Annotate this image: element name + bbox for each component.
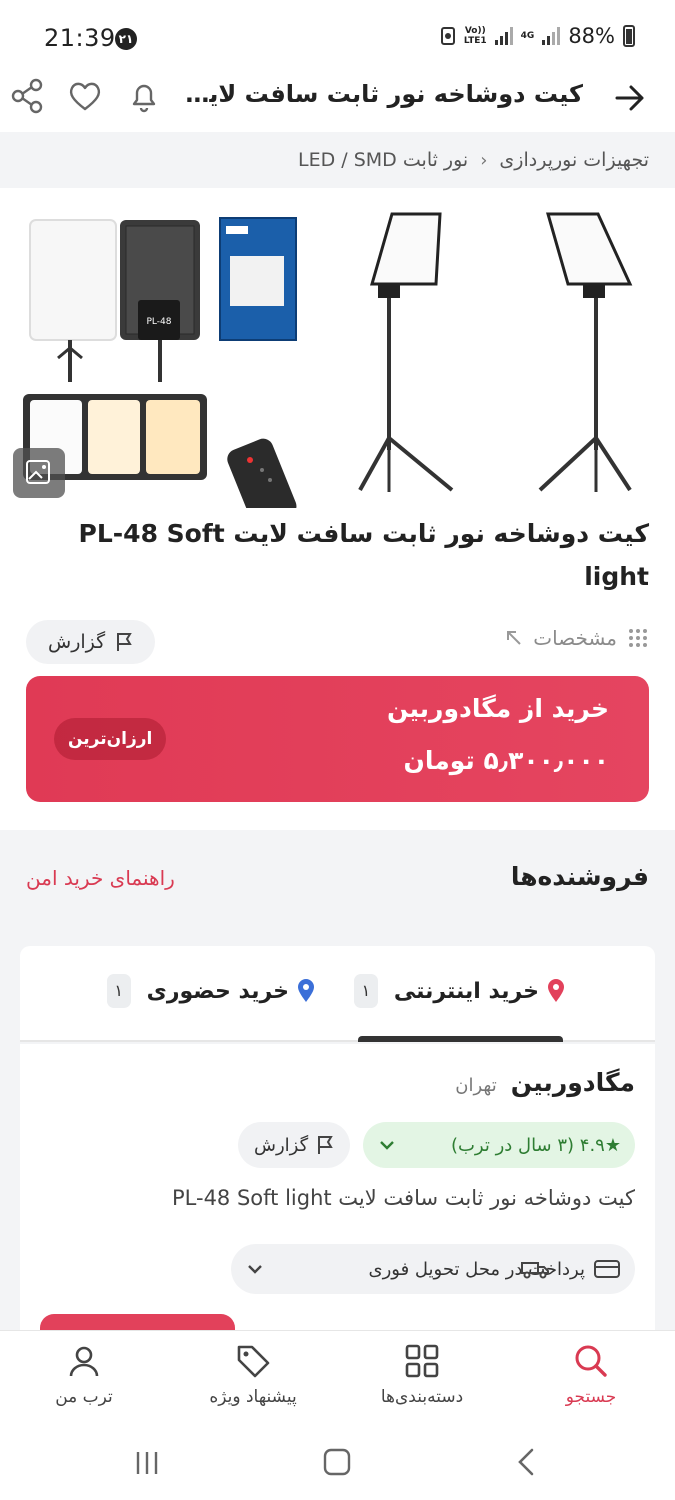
svg-text:PL-48: PL-48 xyxy=(147,317,172,327)
seller-name: مگادوربین xyxy=(510,1068,635,1097)
product-gallery[interactable]: PL-48 xyxy=(0,188,675,527)
chevron-left-icon: ‹ xyxy=(480,149,488,171)
breadcrumb-item-lighting[interactable]: تجهیزات نورپردازی xyxy=(499,149,649,171)
nav-offers-label: پیشنهاد ویژه xyxy=(209,1387,297,1407)
specs-label: مشخصات xyxy=(533,626,617,650)
cheapest-badge: ارزان‌ترین xyxy=(54,718,167,760)
arrow-up-left-icon xyxy=(507,631,521,645)
nav-search[interactable]: جستجو xyxy=(526,1343,656,1407)
chevron-down-icon xyxy=(248,1265,262,1274)
product-images: PL-48 xyxy=(23,212,633,527)
network-type: 4G xyxy=(520,31,535,41)
seller-features-text: پرداخت در محل تحویل فوری xyxy=(368,1258,585,1280)
system-navigation-bar xyxy=(0,1432,675,1500)
nav-offers[interactable]: پیشنهاد ویژه xyxy=(188,1343,318,1407)
seller-product-name: کیت دوشاخه نور ثابت سافت لایت PL-48 Soft… xyxy=(172,1186,635,1210)
volte-indicator: Vo)) LTE1 xyxy=(463,26,487,46)
seller-report-button[interactable]: گزارش xyxy=(238,1122,351,1168)
product-title: کیت دوشاخه نور ثابت سافت لایت PL-48 Soft… xyxy=(78,519,649,591)
share-icon[interactable] xyxy=(7,76,47,116)
gallery-expand-icon[interactable] xyxy=(13,448,65,498)
heart-icon[interactable] xyxy=(65,76,105,116)
battery-percent: 88% xyxy=(568,24,615,48)
nav-profile-label: ترب من xyxy=(55,1387,113,1407)
app-header: کیت دوشاخه نور ثابت سافت لایت -... xyxy=(0,72,675,132)
light-stand-left xyxy=(358,212,454,492)
screenshot-icon xyxy=(440,27,455,45)
bottom-navigation: جستجو دسته‌بندی‌ها پیشنهاد ویژه ترب من xyxy=(0,1330,675,1432)
product-box xyxy=(219,217,297,341)
nav-search-label: جستجو xyxy=(565,1387,617,1407)
status-bar: 21:39 ۲۱ Vo)) LTE1 4G 88% xyxy=(0,0,675,72)
tag-icon xyxy=(237,1345,270,1378)
tab-in-person-label: خرید حضوری xyxy=(146,978,289,1004)
nav-profile[interactable]: ترب من xyxy=(19,1343,149,1407)
tab-online-count: ۱ xyxy=(353,974,378,1008)
status-icons: Vo)) LTE1 4G 88% xyxy=(440,24,635,48)
led-panel-back: PL-48 xyxy=(120,220,200,382)
bell-icon[interactable] xyxy=(124,76,164,116)
truck-icon xyxy=(521,1262,550,1279)
breadcrumb: تجهیزات نورپردازی ‹ نور ثابت LED / SMD xyxy=(0,132,675,188)
led-panel-front xyxy=(29,219,117,382)
buy-store-label: خرید از مگادوربین xyxy=(386,694,609,723)
flag-icon xyxy=(117,633,132,651)
rating-text: ★۴.۹ (۳ سال در ترب) xyxy=(450,1134,621,1156)
seller-report-label: گزارش xyxy=(254,1134,309,1156)
recent-apps-icon[interactable] xyxy=(132,1448,162,1478)
grid-dots-icon xyxy=(629,629,647,647)
report-label: گزارش xyxy=(48,631,106,653)
tab-online-label: خرید اینترنتی xyxy=(393,978,539,1004)
location-pin-icon xyxy=(548,979,564,1002)
seller-city: تهران xyxy=(455,1075,497,1096)
tab-in-person-count: ۱ xyxy=(106,974,131,1008)
light-stand-right xyxy=(538,212,633,492)
seller-rating[interactable]: ★۴.۹ (۳ سال در ترب) xyxy=(363,1122,635,1168)
specs-link[interactable]: مشخصات xyxy=(505,626,649,650)
signal-2-icon xyxy=(542,27,561,45)
home-icon[interactable] xyxy=(322,1447,352,1477)
remote-control xyxy=(227,438,297,527)
card-icon xyxy=(594,1260,620,1278)
chevron-down-icon xyxy=(380,1141,394,1150)
active-tab-indicator xyxy=(358,1036,563,1042)
nav-categories[interactable]: دسته‌بندی‌ها xyxy=(357,1343,487,1407)
report-button[interactable]: گزارش xyxy=(26,620,156,664)
breadcrumb-item-led[interactable]: نور ثابت LED / SMD xyxy=(298,149,468,171)
user-icon xyxy=(69,1346,99,1377)
flag-icon xyxy=(318,1136,333,1154)
clock: 21:39 xyxy=(44,24,116,52)
tab-online[interactable]: خرید اینترنتی ۱ xyxy=(353,974,565,1008)
header-title: کیت دوشاخه نور ثابت سافت لایت -... xyxy=(163,80,583,108)
notification-badge: ۲۱ xyxy=(115,28,137,50)
seller-card[interactable]: مگادوربین تهران ★۴.۹ (۳ سال در ترب) گزار… xyxy=(20,1044,655,1344)
back-arrow-icon[interactable] xyxy=(609,78,649,118)
seller-tabs: خرید اینترنتی ۱ خرید حضوری ۱ xyxy=(20,946,655,1042)
sellers-heading: فروشنده‌ها xyxy=(510,862,649,891)
search-icon xyxy=(575,1345,607,1377)
tab-in-person[interactable]: خرید حضوری ۱ xyxy=(106,974,315,1008)
signal-1-icon xyxy=(494,27,513,45)
buy-price: ۵٫۳۰۰٫۰۰۰ تومان xyxy=(403,746,609,775)
seller-name-row: مگادوربین تهران xyxy=(455,1068,635,1097)
nav-categories-label: دسته‌بندی‌ها xyxy=(380,1387,464,1407)
back-icon[interactable] xyxy=(512,1447,542,1477)
grid-icon xyxy=(405,1344,439,1378)
safe-purchase-guide-link[interactable]: راهنمای خرید امن xyxy=(26,866,175,890)
battery-icon xyxy=(623,25,635,47)
location-pin-icon xyxy=(298,979,314,1002)
buy-button-card[interactable]: خرید از مگادوربین ۵٫۳۰۰٫۰۰۰ تومان ارزان‌… xyxy=(26,676,649,802)
seller-features[interactable]: پرداخت در محل تحویل فوری xyxy=(231,1244,635,1294)
